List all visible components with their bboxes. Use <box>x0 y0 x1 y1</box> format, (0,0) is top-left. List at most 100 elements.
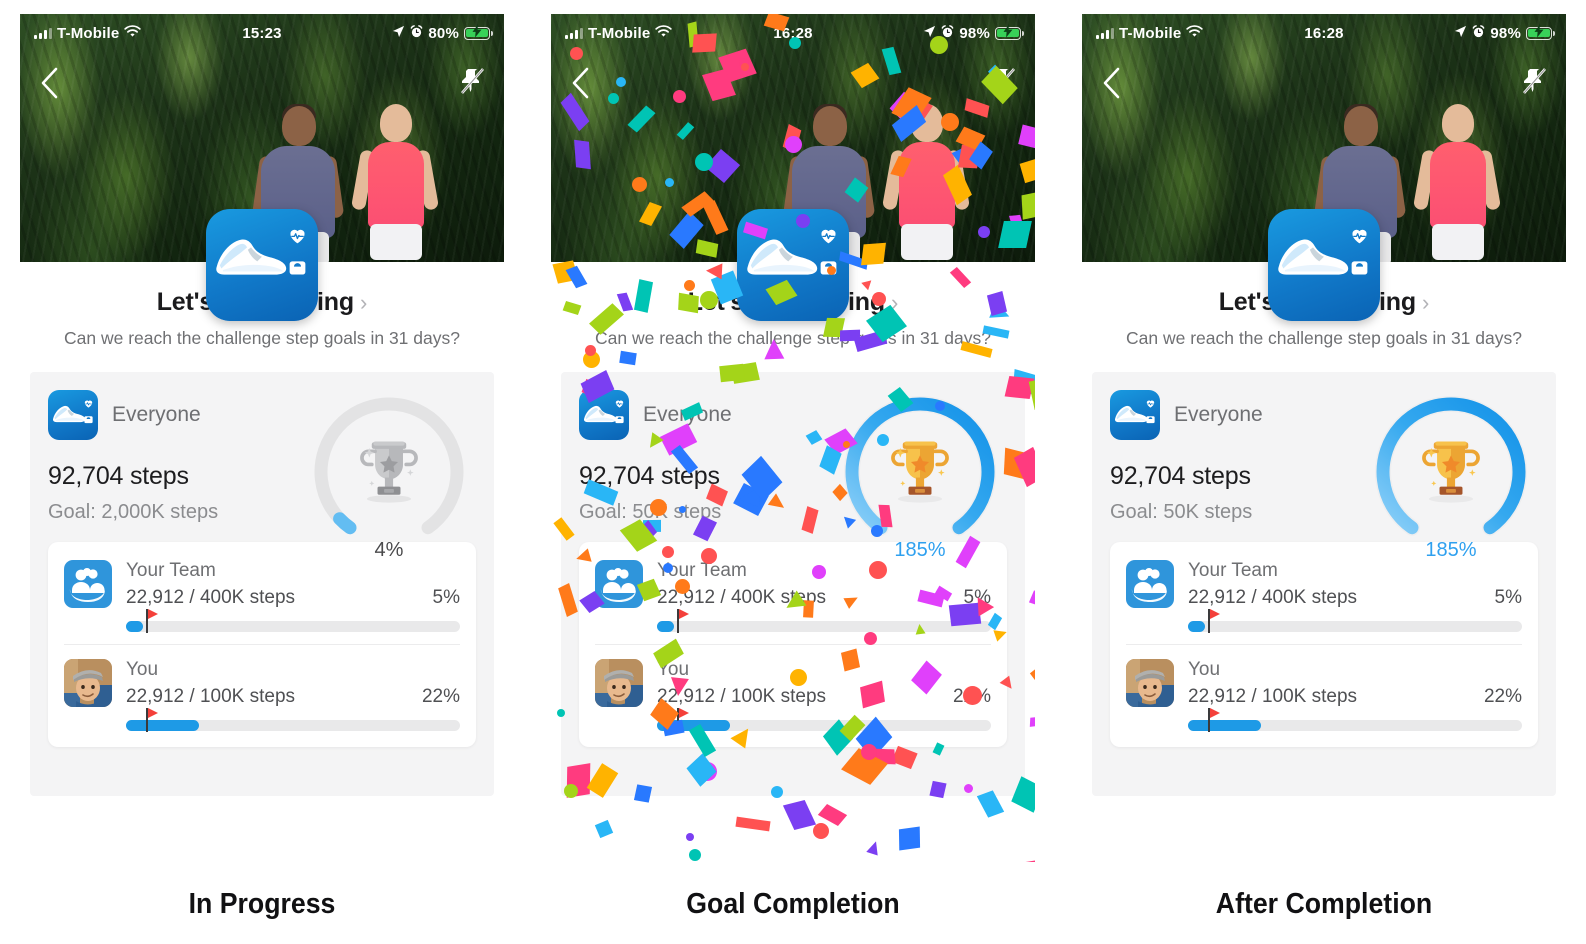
weight-scale-icon <box>289 261 306 275</box>
everyone-progress-ring: 4% <box>298 386 480 564</box>
heart-rate-icon <box>615 400 624 408</box>
location-arrow-icon <box>1455 25 1467 37</box>
user-avatar-photo <box>595 658 643 707</box>
confetti-rect <box>1028 590 1035 609</box>
user-avatar-photo <box>64 658 112 707</box>
members-list: Your Team 22,912 / 400K steps 5% You 22,… <box>48 541 476 747</box>
member-row[interactable]: You 22,912 / 100K steps 22% <box>1126 643 1522 743</box>
weight-scale-icon <box>615 416 624 423</box>
progress-fill <box>657 620 674 632</box>
confetti-rect <box>817 803 848 827</box>
chevron-right-icon: › <box>359 289 368 315</box>
signal-bars-icon <box>34 27 52 39</box>
trophy-icon <box>879 430 961 517</box>
gold-trophy-icon <box>891 441 949 503</box>
back-chevron-icon[interactable] <box>1100 66 1122 100</box>
member-row[interactable]: You 22,912 / 100K steps 22% <box>64 643 460 743</box>
unpin-button[interactable] <box>1520 66 1548 101</box>
running-shoe-icon <box>212 231 290 284</box>
member-body: You 22,912 / 100K steps 22% <box>657 659 991 732</box>
unpin-icon[interactable] <box>1520 66 1548 96</box>
back-chevron-icon[interactable] <box>569 66 591 100</box>
alarm-clock-icon <box>942 24 954 37</box>
trophy-icon <box>348 430 430 517</box>
unpin-icon[interactable] <box>458 66 486 96</box>
ring-percent-label: 185% <box>894 538 946 561</box>
battery-percent: 80% <box>428 24 459 42</box>
wifi-icon <box>655 24 673 37</box>
alarm-clock-icon <box>1472 24 1485 42</box>
member-row[interactable]: You 22,912 / 100K steps 22% <box>595 643 991 743</box>
challenge-stats-card: Everyone 92,704 steps Goal: 50K steps 18… <box>561 371 1025 796</box>
alarm-clock-icon <box>411 24 423 37</box>
everyone-shoe-icon <box>1110 389 1160 440</box>
progress-track <box>126 620 460 632</box>
challenge-app-icon[interactable] <box>1268 209 1380 321</box>
panel-caption: In Progress <box>188 888 336 920</box>
panel-caption: After Completion <box>1215 888 1433 920</box>
member-name: You <box>126 658 159 680</box>
goal-flag-marker <box>1208 608 1218 633</box>
unpin-button[interactable] <box>458 66 486 101</box>
progress-fill <box>126 620 143 632</box>
heart-rate-icon <box>287 225 308 251</box>
members-list: Your Team 22,912 / 400K steps 5% You 22,… <box>1110 541 1538 747</box>
user-photo-avatar <box>595 658 643 707</box>
heart-rate-icon <box>1352 229 1367 244</box>
back-button[interactable] <box>38 66 60 105</box>
goal-flag-marker <box>146 707 156 732</box>
member-name: You <box>1188 658 1221 680</box>
confetti-rect <box>1029 716 1035 727</box>
panel-3: T-Mobile 16:28 98% Let's › Can we reach … <box>1082 14 1566 944</box>
member-progress-bar <box>126 608 460 633</box>
ring-percent-label: 185% <box>1425 538 1477 561</box>
goal-flag-marker <box>677 707 687 732</box>
back-button[interactable] <box>569 66 591 105</box>
unpin-button[interactable] <box>989 66 1017 101</box>
member-body: Your Team 22,912 / 400K steps 5% <box>1188 560 1522 633</box>
panel-caption: Goal Completion <box>686 888 900 920</box>
runner-female <box>350 98 440 262</box>
member-progress-bar <box>657 608 991 633</box>
challenge-subtitle: Can we reach the challenge step goals in… <box>64 328 460 348</box>
team-avatar-icon <box>595 559 643 608</box>
progress-fill <box>657 719 731 731</box>
goal-flag-marker <box>146 608 156 633</box>
team-group-icon <box>600 567 637 602</box>
confetti-dot <box>686 833 694 841</box>
challenge-app-icon[interactable] <box>206 209 318 321</box>
status-bar: T-Mobile 15:23 80% <box>20 14 504 52</box>
alarm-clock-icon <box>410 24 423 42</box>
team-avatar-icon <box>1126 559 1174 608</box>
panel-1: T-Mobile 15:23 80% Let's › Can we reach … <box>20 14 504 944</box>
confetti-rect <box>782 800 817 830</box>
unpin-icon[interactable] <box>989 66 1017 96</box>
confetti-rect <box>594 819 614 839</box>
team-group-icon <box>69 567 106 602</box>
user-photo-avatar <box>64 658 112 707</box>
charging-bolt-icon <box>1003 24 1013 38</box>
battery-charging-icon <box>995 24 1024 40</box>
weight-scale-icon <box>1146 416 1155 423</box>
everyone-progress-ring: 185% <box>1360 386 1542 564</box>
battery-percent: 98% <box>1490 24 1521 42</box>
wifi-icon <box>1186 24 1204 37</box>
wifi-icon <box>124 24 142 37</box>
confetti-rect <box>619 350 637 366</box>
confetti-rect <box>1028 377 1035 411</box>
challenge-app-icon[interactable] <box>737 209 849 321</box>
phone-screen: T-Mobile 16:28 98% Let's › Can we reach … <box>1082 14 1566 862</box>
goal-flag-marker <box>677 608 687 633</box>
phone-screen: T-Mobile 16:28 98% Let's › Can we reach … <box>551 14 1035 862</box>
wifi-icon <box>655 24 673 42</box>
progress-track <box>1188 620 1522 632</box>
back-chevron-icon[interactable] <box>38 66 60 100</box>
member-steps: 22,912 / 100K steps <box>1188 685 1358 707</box>
weight-scale-icon <box>818 257 839 283</box>
panel-2: T-Mobile 16:28 98% Let's › Can we reach … <box>551 14 1035 944</box>
screenshot-board: T-Mobile 15:23 80% Let's › Can we reach … <box>0 0 1586 944</box>
weight-scale-icon <box>1349 257 1370 283</box>
battery-percent: 98% <box>959 24 990 42</box>
team-group-icon <box>1131 567 1168 602</box>
back-button[interactable] <box>1100 66 1122 105</box>
